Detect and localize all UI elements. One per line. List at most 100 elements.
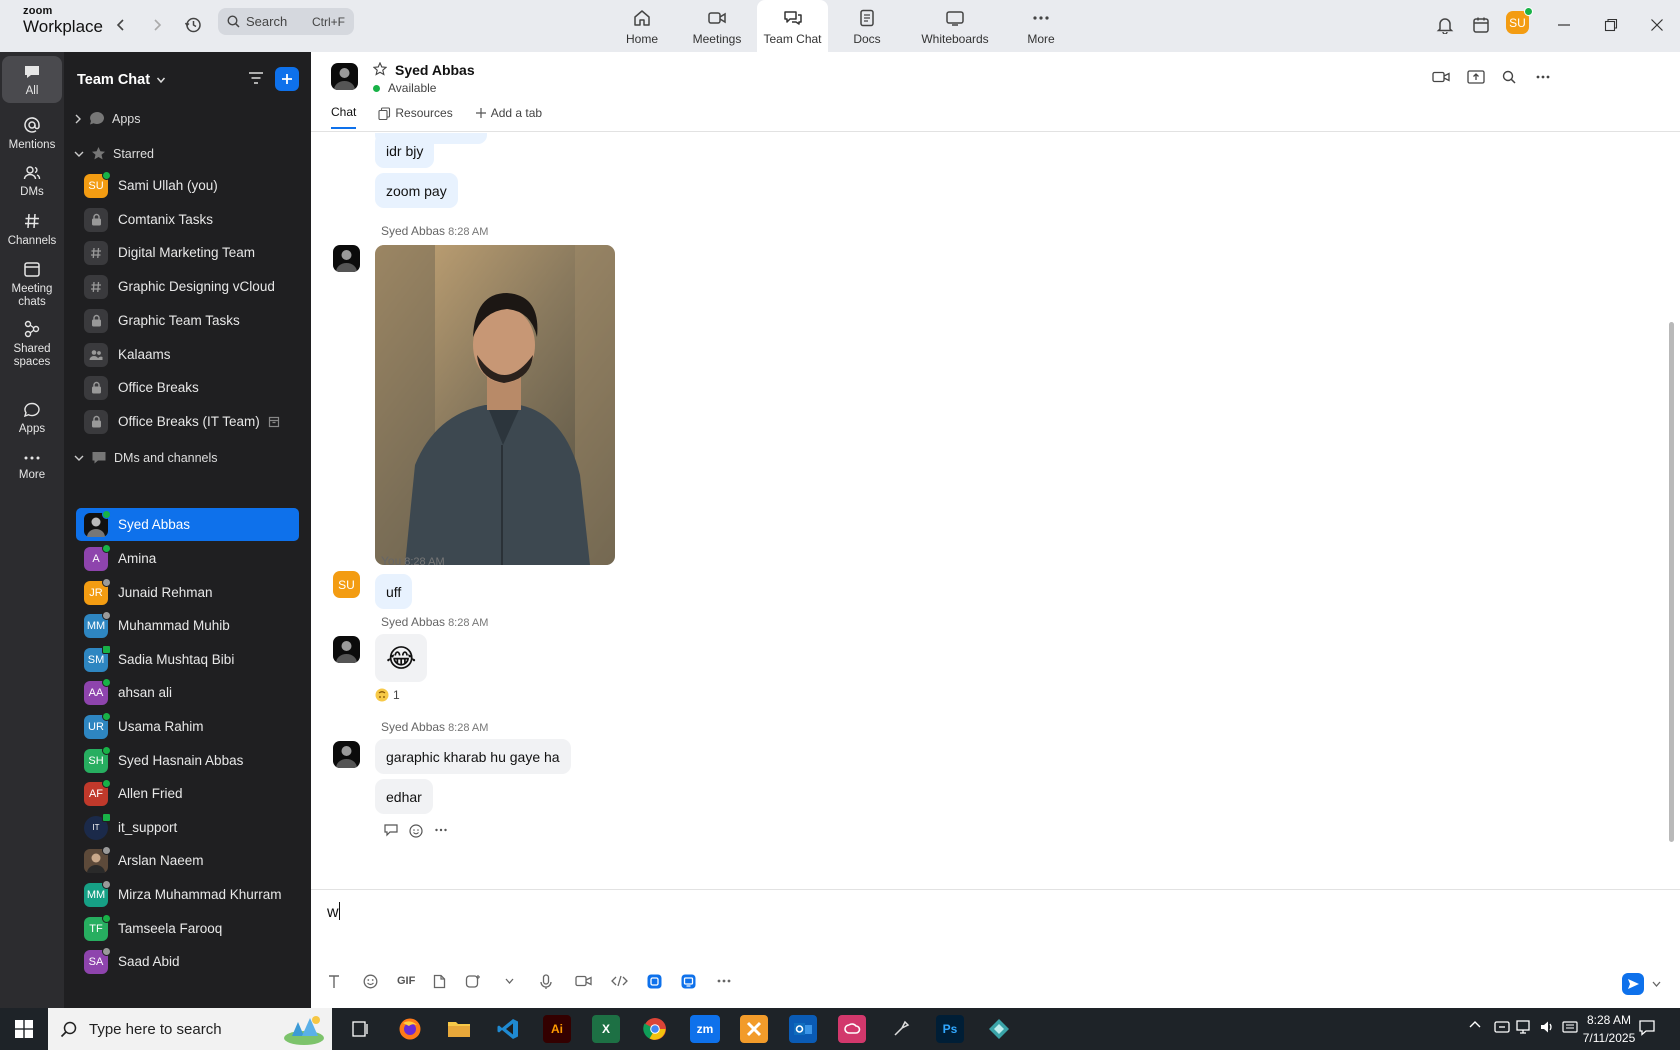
- sidebar-item-saad-abid[interactable]: SA Saad Abid: [76, 945, 299, 978]
- search-input[interactable]: Search Ctrl+F: [218, 8, 354, 35]
- rail-more[interactable]: More: [2, 452, 62, 482]
- composer-input[interactable]: w: [327, 902, 340, 922]
- file-icon[interactable]: [433, 974, 446, 989]
- minimize-icon[interactable]: [1553, 14, 1575, 36]
- sidebar-item-junaid-rehman[interactable]: JR Junaid Rehman: [76, 576, 299, 609]
- team-chat-title[interactable]: Team Chat: [77, 72, 166, 88]
- nav-whiteboards[interactable]: Whiteboards: [914, 0, 996, 52]
- sidebar-item-mirza-khurram[interactable]: MM Mirza Muhammad Khurram: [76, 878, 299, 911]
- video-call-icon[interactable]: [1432, 70, 1450, 84]
- illustrator-icon[interactable]: Ai: [543, 1015, 571, 1043]
- section-apps[interactable]: Apps: [74, 111, 141, 126]
- sidebar-item-syed-abbas[interactable]: Syed Abbas: [76, 508, 299, 541]
- tab-resources[interactable]: Resources: [378, 105, 453, 129]
- gif-button[interactable]: GIF: [397, 975, 415, 987]
- new-chat-button[interactable]: [275, 67, 299, 91]
- chrome-icon[interactable]: [641, 1015, 669, 1043]
- microphone-icon[interactable]: [540, 974, 552, 990]
- sidebar-item-sami-ullah[interactable]: SU Sami Ullah (you): [76, 169, 299, 202]
- sidebar-item-kalaams[interactable]: Kalaams: [76, 338, 299, 371]
- sender-avatar[interactable]: [333, 636, 360, 663]
- message-bubble[interactable]: idr bjy: [375, 133, 435, 168]
- vscode-icon[interactable]: [494, 1015, 522, 1043]
- video-message-icon[interactable]: [575, 974, 592, 988]
- pen-tool-icon[interactable]: [887, 1015, 915, 1043]
- sidebar-item-graphic-designing[interactable]: Graphic Designing vCloud: [76, 270, 299, 303]
- task-view-icon[interactable]: [347, 1015, 375, 1043]
- tray-usb-icon[interactable]: [1494, 1019, 1510, 1035]
- message-bubble[interactable]: edhar: [375, 779, 433, 814]
- send-options-chevron-icon[interactable]: [1652, 980, 1661, 988]
- whiteboard-share-icon[interactable]: [681, 974, 696, 989]
- chevron-down-icon[interactable]: [505, 977, 514, 985]
- rail-shared-spaces[interactable]: Shared spaces: [2, 320, 62, 368]
- zoom-taskbar-icon[interactable]: zm: [690, 1015, 720, 1043]
- more-options-icon[interactable]: [1535, 70, 1551, 84]
- photoshop-icon[interactable]: Ps: [936, 1015, 964, 1043]
- sidebar-item-sadia-mushtaq[interactable]: SM Sadia Mushtaq Bibi: [76, 643, 299, 676]
- sidebar-item-comtanix-tasks[interactable]: Comtanix Tasks: [76, 203, 299, 236]
- send-button[interactable]: [1622, 973, 1644, 995]
- search-icon[interactable]: [1502, 70, 1516, 84]
- sidebar-item-it-support[interactable]: IT it_support: [76, 811, 299, 844]
- rail-meeting-chats[interactable]: Meeting chats: [2, 260, 62, 308]
- tray-volume-icon[interactable]: [1539, 1019, 1555, 1035]
- share-screen-icon[interactable]: [1467, 70, 1485, 84]
- calendar-icon[interactable]: [1470, 14, 1492, 36]
- back-arrow-icon[interactable]: [110, 14, 132, 36]
- sidebar-item-allen-fried[interactable]: AF Allen Fried: [76, 777, 299, 810]
- reply-thread-icon[interactable]: [383, 823, 399, 837]
- contact-name[interactable]: Syed Abbas: [395, 62, 475, 78]
- shared-photo[interactable]: [375, 245, 615, 565]
- excel-icon[interactable]: X: [592, 1015, 620, 1043]
- rail-mentions[interactable]: Mentions: [2, 116, 62, 152]
- sidebar-item-ahsan-ali[interactable]: AA ahsan ali: [76, 676, 299, 709]
- message-bubble[interactable]: zoom pay: [375, 173, 458, 208]
- rail-apps[interactable]: Apps: [2, 402, 62, 436]
- screenshot-icon[interactable]: [465, 974, 481, 989]
- outlook-icon[interactable]: [789, 1015, 817, 1043]
- app-diamond-icon[interactable]: [985, 1015, 1013, 1043]
- windows-start-icon[interactable]: [15, 1020, 33, 1038]
- message-bubble[interactable]: uff: [375, 574, 413, 609]
- section-dms-channels[interactable]: DMs and channels: [74, 450, 218, 465]
- star-outline-icon[interactable]: [373, 62, 387, 76]
- creative-cloud-icon[interactable]: [838, 1015, 866, 1043]
- self-avatar[interactable]: SU: [333, 571, 360, 598]
- firefox-icon[interactable]: [396, 1015, 424, 1043]
- rail-dms[interactable]: DMs: [2, 165, 62, 199]
- file-explorer-icon[interactable]: [445, 1015, 473, 1043]
- filter-icon[interactable]: [248, 70, 264, 86]
- nav-meetings[interactable]: Meetings: [684, 0, 750, 52]
- code-snippet-icon[interactable]: [611, 974, 628, 988]
- sidebar-item-graphic-team-tasks[interactable]: Graphic Team Tasks: [76, 304, 299, 337]
- tab-add[interactable]: Add a tab: [475, 105, 542, 129]
- bell-icon[interactable]: [1434, 14, 1456, 36]
- section-starred[interactable]: Starred: [74, 146, 154, 161]
- nav-team-chat[interactable]: Team Chat: [757, 0, 828, 52]
- app-shortcut-icon[interactable]: [647, 974, 662, 989]
- sidebar-item-digital-marketing[interactable]: Digital Marketing Team: [76, 236, 299, 269]
- sidebar-item-office-breaks-it[interactable]: Office Breaks (IT Team): [76, 405, 299, 438]
- forward-arrow-icon[interactable]: [146, 14, 168, 36]
- emoji-message[interactable]: 😂: [375, 634, 428, 682]
- history-icon[interactable]: [182, 14, 204, 36]
- nav-home[interactable]: Home: [612, 0, 672, 52]
- sender-avatar[interactable]: [333, 245, 360, 272]
- xampp-icon[interactable]: [740, 1015, 768, 1043]
- rail-all[interactable]: All: [2, 56, 62, 103]
- taskbar-search-input[interactable]: Type here to search: [48, 1008, 332, 1050]
- more-tools-icon[interactable]: [716, 974, 732, 988]
- tray-network-icon[interactable]: [1516, 1019, 1532, 1035]
- format-text-icon[interactable]: [327, 974, 341, 989]
- close-icon[interactable]: [1646, 14, 1668, 36]
- sidebar-item-usama-rahim[interactable]: UR Usama Rahim: [76, 710, 299, 743]
- notification-center-icon[interactable]: [1638, 1019, 1656, 1037]
- emoji-icon[interactable]: [363, 974, 378, 989]
- sidebar-item-muhammad-muhib[interactable]: MM Muhammad Muhib: [76, 609, 299, 642]
- message-scrollbar[interactable]: [1669, 322, 1674, 842]
- nav-docs[interactable]: Docs: [845, 0, 889, 52]
- rail-channels[interactable]: Channels: [2, 212, 62, 248]
- sidebar-item-tamseela-farooq[interactable]: TF Tamseela Farooq: [76, 912, 299, 945]
- sidebar-item-amina[interactable]: A Amina: [76, 542, 299, 575]
